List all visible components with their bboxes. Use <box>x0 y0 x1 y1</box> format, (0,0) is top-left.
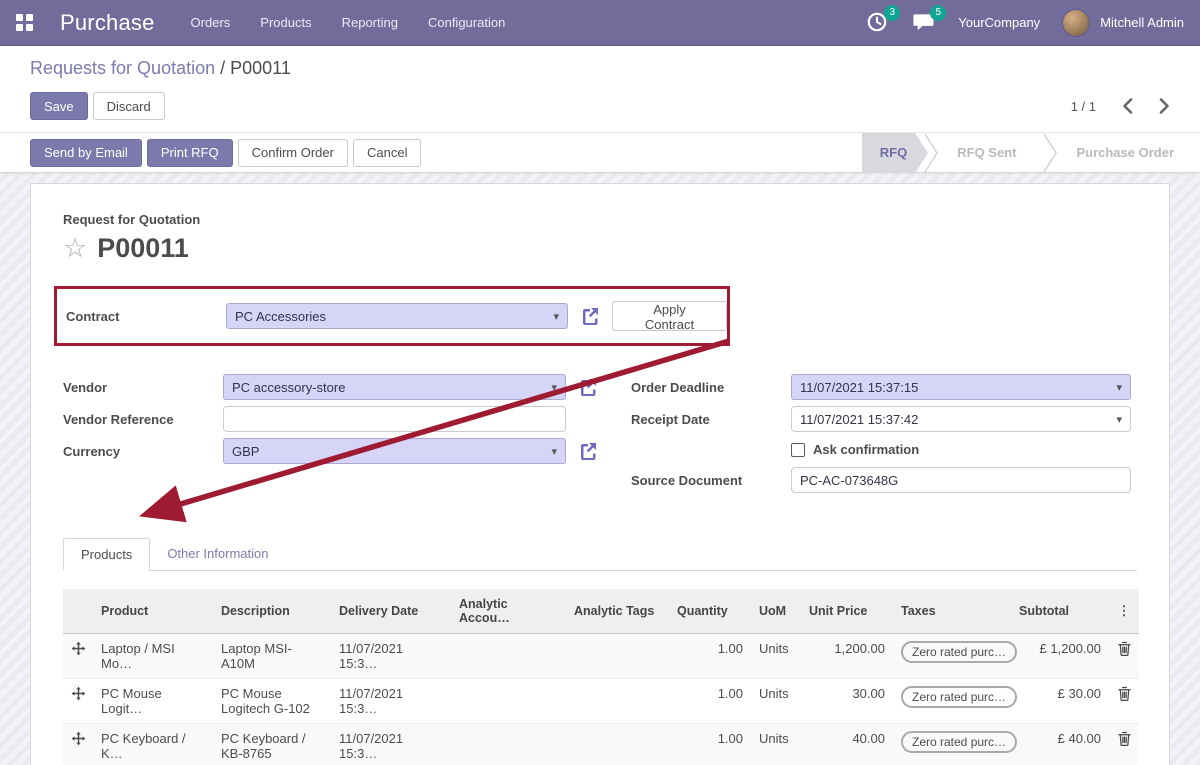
table-row[interactable]: PC Mouse Logit… PC Mouse Logitech G-102 … <box>63 679 1139 724</box>
col-delivery-date[interactable]: Delivery Date <box>331 589 451 634</box>
vendor-reference-field[interactable] <box>223 406 566 432</box>
favorite-star-icon[interactable]: ☆ <box>63 235 87 262</box>
col-taxes[interactable]: Taxes <box>893 589 1011 634</box>
vendor-external-link-icon[interactable] <box>578 377 598 397</box>
tax-tag[interactable]: Zero rated purc… <box>901 686 1017 708</box>
menu-products[interactable]: Products <box>260 15 311 30</box>
control-panel: Requests for Quotation / P00011 Save Dis… <box>0 46 1200 133</box>
user-avatar[interactable] <box>1062 9 1090 37</box>
col-subtotal[interactable]: Subtotal <box>1011 589 1109 634</box>
receipt-date-field[interactable]: 11/07/2021 15:37:42 ▾ <box>791 406 1131 432</box>
cancel-button[interactable]: Cancel <box>353 139 421 167</box>
col-analytic-account[interactable]: Analytic Accou… <box>451 589 566 634</box>
drag-column-header <box>63 589 93 634</box>
menu-configuration[interactable]: Configuration <box>428 15 505 30</box>
print-rfq-button[interactable]: Print RFQ <box>147 139 233 167</box>
contract-external-link-icon[interactable] <box>580 306 600 326</box>
form-subtitle: Request for Quotation <box>63 212 1137 227</box>
pager-previous-icon[interactable] <box>1122 98 1133 114</box>
breadcrumb-separator: / <box>215 58 230 78</box>
vendor-label: Vendor <box>63 380 223 395</box>
apps-menu-icon[interactable] <box>16 14 46 31</box>
notebook-tabs: Products Other Information <box>63 537 1137 571</box>
col-uom[interactable]: UoM <box>751 589 801 634</box>
pager-value: 1 / 1 <box>1071 99 1096 114</box>
dropdown-caret-icon: ▾ <box>551 445 557 458</box>
apply-contract-button[interactable]: Apply Contract <box>612 301 727 331</box>
delete-row-icon[interactable] <box>1118 686 1131 701</box>
contract-highlight-box: Contract PC Accessories ▾ Apply Contract <box>54 286 730 346</box>
menu-orders[interactable]: Orders <box>191 15 231 30</box>
confirm-order-button[interactable]: Confirm Order <box>238 139 348 167</box>
messages-chat-icon[interactable]: 5 <box>912 11 936 35</box>
contract-label: Contract <box>66 309 226 324</box>
dropdown-caret-icon: ▾ <box>1116 381 1122 394</box>
contract-field[interactable]: PC Accessories ▾ <box>226 303 568 329</box>
order-deadline-label: Order Deadline <box>631 380 791 395</box>
statusbar: RFQ RFQ Sent Purchase Order <box>862 133 1200 173</box>
top-navbar: Purchase Orders Products Reporting Confi… <box>0 0 1200 46</box>
ask-confirmation-checkbox[interactable] <box>791 443 805 457</box>
optional-columns-icon[interactable]: ⋮ <box>1118 603 1131 618</box>
order-lines-table: Product Description Delivery Date Analyt… <box>63 589 1139 765</box>
ask-confirmation-label: Ask confirmation <box>813 442 919 457</box>
table-row[interactable]: PC Keyboard / K… PC Keyboard / KB-8765 1… <box>63 724 1139 765</box>
vendor-reference-label: Vendor Reference <box>63 412 223 427</box>
dropdown-caret-icon: ▾ <box>1116 413 1122 426</box>
tab-products[interactable]: Products <box>63 538 150 571</box>
discard-button[interactable]: Discard <box>93 92 165 120</box>
status-chevron-icon <box>1042 133 1058 173</box>
status-purchase-order[interactable]: Purchase Order <box>1058 133 1200 173</box>
source-document-field[interactable]: PC-AC-073648G <box>791 467 1131 493</box>
send-by-email-button[interactable]: Send by Email <box>30 139 142 167</box>
save-button[interactable]: Save <box>30 92 88 120</box>
col-description[interactable]: Description <box>213 589 331 634</box>
table-row[interactable]: Laptop / MSI Mo… Laptop MSI-A10M 11/07/2… <box>63 634 1139 679</box>
col-unit-price[interactable]: Unit Price <box>801 589 893 634</box>
col-product[interactable]: Product <box>93 589 213 634</box>
app-name[interactable]: Purchase <box>60 10 155 36</box>
activity-clock-icon[interactable]: 3 <box>866 11 890 35</box>
menu-reporting[interactable]: Reporting <box>342 15 398 30</box>
breadcrumb-current: P00011 <box>230 58 291 78</box>
messages-badge: 5 <box>930 5 946 21</box>
breadcrumb: Requests for Quotation / P00011 <box>30 58 1170 79</box>
order-deadline-field[interactable]: 11/07/2021 15:37:15 ▾ <box>791 374 1131 400</box>
form-sheet: Request for Quotation ☆ P00011 Contract … <box>30 183 1170 765</box>
nav-menu: Orders Products Reporting Configuration <box>191 15 506 30</box>
col-quantity[interactable]: Quantity <box>669 589 751 634</box>
company-switcher[interactable]: YourCompany <box>958 15 1040 30</box>
tax-tag[interactable]: Zero rated purc… <box>901 641 1017 663</box>
activity-badge: 3 <box>884 5 900 21</box>
vendor-field[interactable]: PC accessory-store ▾ <box>223 374 566 400</box>
status-rfq[interactable]: RFQ <box>862 133 915 173</box>
receipt-date-label: Receipt Date <box>631 412 791 427</box>
record-title: P00011 <box>97 233 189 264</box>
col-analytic-tags[interactable]: Analytic Tags <box>566 589 669 634</box>
delete-row-icon[interactable] <box>1118 731 1131 746</box>
action-bar: Send by Email Print RFQ Confirm Order Ca… <box>0 133 1200 173</box>
tax-tag[interactable]: Zero rated purc… <box>901 731 1017 753</box>
dropdown-caret-icon: ▾ <box>553 310 559 323</box>
source-document-label: Source Document <box>631 473 791 488</box>
breadcrumb-parent[interactable]: Requests for Quotation <box>30 58 215 78</box>
currency-label: Currency <box>63 444 223 459</box>
drag-handle-icon[interactable] <box>71 731 86 746</box>
user-menu[interactable]: Mitchell Admin <box>1100 15 1184 30</box>
pager-next-icon[interactable] <box>1159 98 1170 114</box>
status-rfq-sent[interactable]: RFQ Sent <box>939 133 1034 173</box>
delete-row-icon[interactable] <box>1118 641 1131 656</box>
tab-other-information[interactable]: Other Information <box>150 538 285 571</box>
dropdown-caret-icon: ▾ <box>551 381 557 394</box>
drag-handle-icon[interactable] <box>71 641 86 656</box>
currency-external-link-icon[interactable] <box>578 441 598 461</box>
currency-field[interactable]: GBP ▾ <box>223 438 566 464</box>
drag-handle-icon[interactable] <box>71 686 86 701</box>
